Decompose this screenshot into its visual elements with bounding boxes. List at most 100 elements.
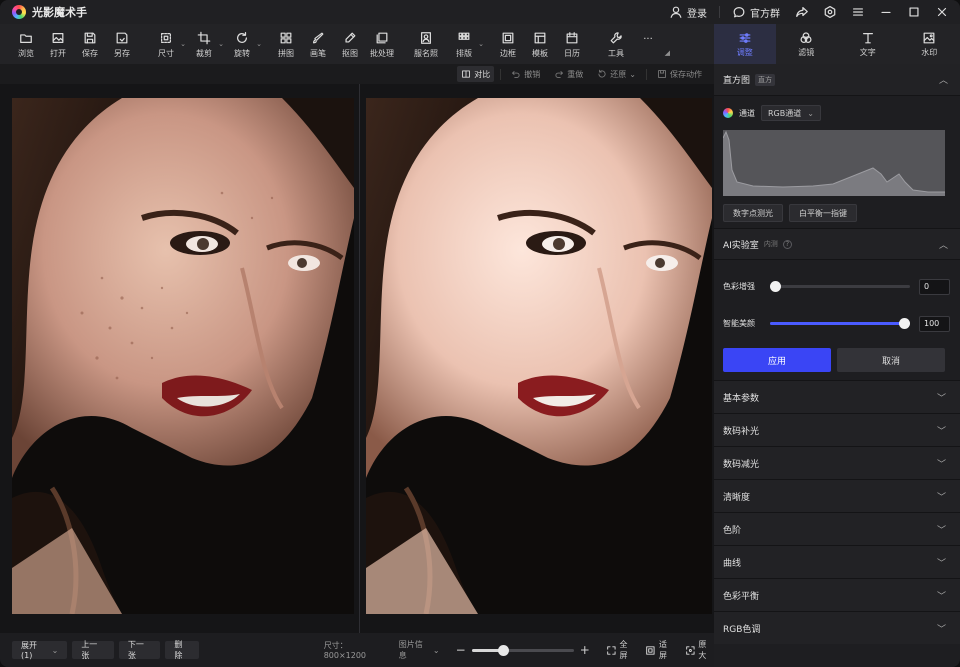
apply-label: 应用 bbox=[767, 356, 786, 367]
delete-button[interactable]: 删除 bbox=[165, 640, 200, 660]
color-enhance-slider[interactable] bbox=[770, 281, 910, 292]
expand-dropdown[interactable]: 展开(1) ⌄ bbox=[12, 641, 68, 660]
fit-screen-button[interactable]: 适屏 bbox=[645, 639, 674, 661]
section-reduce-light[interactable]: 数码减光 ﹀ bbox=[714, 446, 960, 479]
tool-tools[interactable]: 工具 bbox=[600, 24, 632, 64]
delete-label: 删除 bbox=[174, 640, 183, 660]
image-info-dropdown[interactable]: 图片信息 ⌄ bbox=[399, 639, 440, 661]
tool-brush[interactable]: 画笔 bbox=[302, 24, 334, 64]
chevron-down-icon: ﹀ bbox=[936, 459, 946, 470]
chevron-up-icon: ︿ bbox=[938, 240, 948, 251]
tool-layout[interactable]: 排版 ⌄ bbox=[448, 24, 484, 64]
compare-toolbar: 对比 撤销 重做 还原 ⌄ 保存动作 bbox=[0, 64, 714, 84]
tool-border[interactable]: 边框 bbox=[492, 24, 524, 64]
section-label: 清晰度 bbox=[723, 492, 751, 503]
chevron-down-icon: ⌄ bbox=[432, 645, 440, 655]
ai-lab-section: 色彩增强 0 智能美颜 100 应用 取消 bbox=[714, 260, 960, 380]
official-group-button[interactable]: 官方群 bbox=[724, 0, 788, 24]
next-image-button[interactable]: 下一张 bbox=[118, 640, 161, 660]
color-enhance-knob[interactable] bbox=[770, 281, 781, 292]
redo-icon bbox=[555, 71, 564, 78]
chevron-down-icon[interactable]: ⌄ bbox=[218, 40, 224, 48]
title-bar-controls: 登录 官方群 bbox=[661, 0, 960, 24]
compare-divider[interactable] bbox=[359, 84, 360, 633]
previous-image-button[interactable]: 上一张 bbox=[72, 640, 114, 660]
beauty-slider[interactable] bbox=[770, 318, 910, 329]
apply-button[interactable]: 应用 bbox=[723, 348, 831, 372]
tool-open[interactable]: 打开 bbox=[42, 24, 74, 64]
fullscreen-button[interactable]: 全屏 bbox=[606, 639, 635, 661]
section-fill-light[interactable]: 数码补光 ﹀ bbox=[714, 413, 960, 446]
chevron-down-icon[interactable]: ⌄ bbox=[478, 40, 484, 48]
official-group-label: 官方群 bbox=[750, 8, 780, 20]
section-label: 数码减光 bbox=[723, 459, 760, 470]
original-size-button[interactable]: 原大 bbox=[685, 639, 714, 661]
channel-select[interactable]: RGB通道 ⌄ bbox=[761, 105, 821, 121]
tool-save[interactable]: 保存 bbox=[74, 24, 106, 64]
zoom-slider-knob[interactable] bbox=[497, 644, 509, 656]
tool-browse[interactable]: 浏览 bbox=[10, 24, 42, 64]
chevron-down-icon[interactable]: ⌄ bbox=[256, 40, 262, 48]
maximize-icon bbox=[909, 7, 919, 17]
login-label: 登录 bbox=[687, 8, 707, 20]
close-icon bbox=[937, 7, 947, 17]
menu-button[interactable] bbox=[844, 0, 872, 24]
maximize-button[interactable] bbox=[900, 0, 928, 24]
tab-filter[interactable]: 滤镜 bbox=[776, 24, 838, 64]
tool-save-as[interactable]: 另存 bbox=[106, 24, 138, 64]
tool-batch[interactable]: 批处理 bbox=[366, 24, 398, 64]
settings-button[interactable] bbox=[816, 0, 844, 24]
zoom-in-icon[interactable]: + bbox=[580, 643, 590, 657]
tab-watermark[interactable]: 水印 bbox=[899, 24, 960, 64]
ai-lab-header[interactable]: AI实验室 内测 ? ︿ bbox=[714, 228, 960, 260]
save-as-icon bbox=[114, 30, 130, 46]
close-button[interactable] bbox=[928, 0, 956, 24]
tool-collage[interactable]: 拼图 bbox=[270, 24, 302, 64]
beauty-knob[interactable] bbox=[899, 318, 910, 329]
tab-adjust[interactable]: 调整 bbox=[714, 24, 776, 64]
tool-crop[interactable]: 裁剪 ⌄ bbox=[188, 24, 224, 64]
tool-calendar[interactable]: 日历 bbox=[556, 24, 588, 64]
original-photo bbox=[12, 98, 354, 614]
minimize-button[interactable] bbox=[872, 0, 900, 24]
section-clarity[interactable]: 清晰度 ﹀ bbox=[714, 479, 960, 512]
section-rgb-tone[interactable]: RGB色调 ﹀ bbox=[714, 611, 960, 644]
histogram-buttons: 数字点测光 白平衡一指键 bbox=[723, 204, 952, 222]
adjust-sections: 基本参数 ﹀ 数码补光 ﹀ 数码减光 ﹀ 清晰度 ﹀ 色阶 ﹀ 曲线 ﹀ 色彩平衡 ﹀ RGB… bbox=[714, 380, 960, 644]
prev-label: 上一张 bbox=[81, 640, 98, 660]
white-balance-button[interactable]: 白平衡一指键 bbox=[789, 204, 857, 222]
share-button[interactable] bbox=[788, 0, 816, 24]
redo-button[interactable]: 重做 bbox=[550, 66, 587, 82]
cancel-button[interactable]: 取消 bbox=[837, 348, 945, 372]
section-curves[interactable]: 曲线 ﹀ bbox=[714, 545, 960, 578]
section-basic-params[interactable]: 基本参数 ﹀ bbox=[714, 380, 960, 413]
tool-more[interactable]: ··· ◢ bbox=[632, 24, 670, 64]
divider bbox=[719, 6, 720, 18]
tool-template[interactable]: 模板 bbox=[524, 24, 556, 64]
histogram-header[interactable]: 直方图 直方 ︿ bbox=[714, 64, 960, 96]
help-icon[interactable]: ? bbox=[782, 239, 792, 249]
tool-rotate[interactable]: 旋转 ⌄ bbox=[226, 24, 262, 64]
tool-resize[interactable]: 尺寸 ⌄ bbox=[150, 24, 186, 64]
chevron-down-icon: ⌄ bbox=[629, 69, 636, 79]
login-button[interactable]: 登录 bbox=[661, 0, 715, 24]
redo-label: 重做 bbox=[567, 69, 584, 79]
restore-button[interactable]: 还原 ⌄ bbox=[593, 66, 640, 82]
beauty-input[interactable]: 100 bbox=[919, 315, 950, 332]
tab-text[interactable]: 文字 bbox=[837, 24, 899, 64]
tool-id-photo[interactable]: 服名照 bbox=[410, 24, 442, 64]
color-enhance-input[interactable]: 0 bbox=[919, 278, 950, 295]
digital-spot-metering-button[interactable]: 数字点测光 bbox=[723, 204, 783, 222]
processed-photo bbox=[366, 98, 712, 614]
compare-button[interactable]: 对比 bbox=[457, 66, 495, 82]
image-canvas[interactable] bbox=[0, 84, 714, 633]
zoom-slider[interactable] bbox=[471, 644, 574, 656]
zoom-out-icon[interactable]: − bbox=[456, 643, 466, 657]
save-action-button[interactable]: 保存动作 bbox=[653, 66, 706, 82]
chevron-down-icon: ﹀ bbox=[936, 525, 946, 536]
chevron-down-icon[interactable]: ⌄ bbox=[180, 40, 186, 48]
tool-cutout[interactable]: 抠图 bbox=[334, 24, 366, 64]
section-levels[interactable]: 色阶 ﹀ bbox=[714, 512, 960, 545]
undo-button[interactable]: 撤销 bbox=[507, 66, 544, 82]
section-color-balance[interactable]: 色彩平衡 ﹀ bbox=[714, 578, 960, 611]
